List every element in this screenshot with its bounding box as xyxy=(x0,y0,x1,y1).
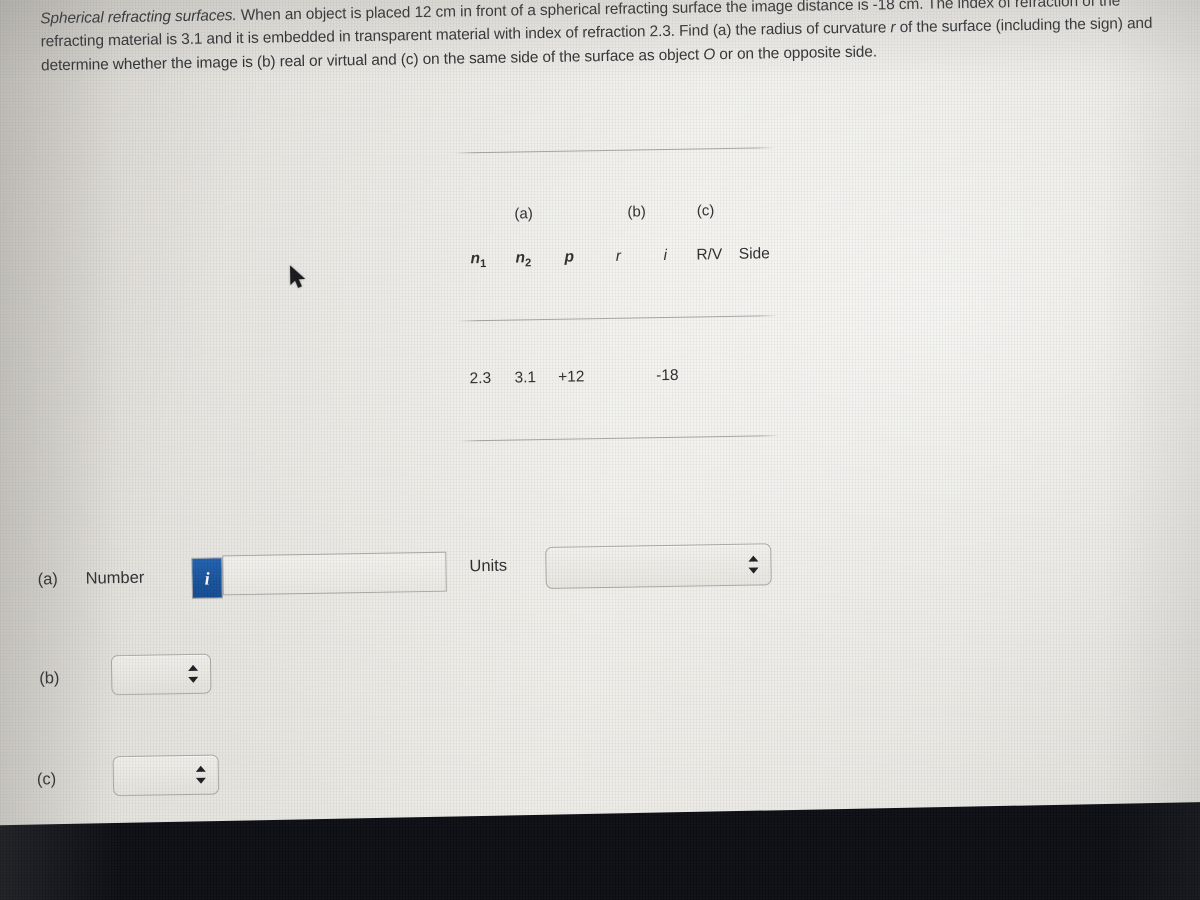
number-field-label: Number xyxy=(85,568,145,588)
cell-rv xyxy=(688,366,734,385)
screen-content: Spherical refracting surfaces. When an o… xyxy=(0,0,1200,900)
group-header-c: (c) xyxy=(696,202,715,220)
data-table: (a) (b) (c) n1 n2 p r i R/V Side 2.3 3.1… xyxy=(454,147,780,442)
column-header-i: i xyxy=(663,246,668,265)
answer-c-label: (c) xyxy=(36,770,57,789)
arrow-cursor-icon xyxy=(290,265,306,289)
problem-body-3: or on the opposite side. xyxy=(715,43,878,63)
column-header-n1: n1 xyxy=(470,250,487,271)
problem-variable-o: O xyxy=(703,45,716,64)
answer-a-label: (a) xyxy=(37,570,58,589)
updown-arrows-icon xyxy=(188,664,199,683)
cell-side xyxy=(734,365,778,384)
table-column-header-row: n1 n2 p r i R/V Side xyxy=(456,245,776,270)
table-row: 2.3 3.1 +12 -18 xyxy=(458,365,778,388)
table-rule-bottom xyxy=(459,435,780,442)
column-header-side: Side xyxy=(738,245,770,263)
column-header-r: r xyxy=(615,247,622,265)
problem-statement: Spherical refracting surfaces. When an o… xyxy=(40,0,1171,78)
group-header-b: (b) xyxy=(627,203,646,221)
answer-a-number-input[interactable] xyxy=(222,551,447,596)
problem-title: Spherical refracting surfaces. xyxy=(40,7,237,28)
cell-p: +12 xyxy=(558,368,585,386)
column-header-rv: R/V xyxy=(696,246,723,264)
updown-arrows-icon xyxy=(195,765,207,784)
screen-photo: Spherical refracting surfaces. When an o… xyxy=(0,0,1200,900)
units-field-label: Units xyxy=(469,556,508,576)
table-rule-top xyxy=(454,147,775,154)
column-header-p: p xyxy=(564,248,575,266)
answer-a-units-select[interactable] xyxy=(545,543,772,590)
info-icon-glyph: i xyxy=(204,568,210,589)
cell-n2: 3.1 xyxy=(514,369,537,387)
group-header-a: (a) xyxy=(514,205,533,223)
cell-i: -18 xyxy=(655,366,679,385)
cell-r xyxy=(594,367,646,386)
cell-n1: 2.3 xyxy=(469,369,492,388)
answer-c-select[interactable] xyxy=(112,754,220,797)
answer-b-select[interactable] xyxy=(110,653,212,696)
updown-arrows-icon xyxy=(748,555,759,574)
info-icon[interactable]: i xyxy=(191,557,223,599)
answer-b-label: (b) xyxy=(39,669,60,688)
table-rule-middle xyxy=(457,315,778,322)
column-header-n2: n2 xyxy=(515,249,532,270)
table-group-header-row: (a) (b) (c) xyxy=(455,201,775,223)
